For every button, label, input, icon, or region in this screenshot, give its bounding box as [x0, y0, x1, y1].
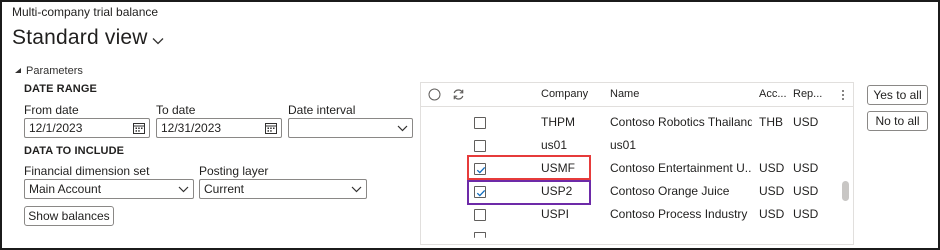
column-header-company[interactable]: Company [541, 88, 588, 100]
select-all-radio-icon[interactable] [428, 88, 441, 104]
from-date-label: From date [24, 103, 79, 117]
column-header-accounting-currency[interactable]: Acc... [759, 88, 787, 100]
reporting-currency-cell: USD [793, 184, 819, 198]
chevron-down-icon [346, 180, 366, 198]
reporting-currency-cell: USD [793, 161, 819, 175]
date-interval-label: Date interval [288, 103, 356, 117]
calendar-icon[interactable] [261, 119, 281, 137]
company-cell: us01 [541, 138, 568, 152]
company-cell: THPM [541, 115, 575, 129]
row-checkbox[interactable] [474, 140, 486, 152]
name-cell: Contoso Process Industry [610, 207, 748, 221]
highlight-box-usp2 [467, 180, 591, 205]
table-row-partial[interactable] [421, 226, 853, 244]
parameters-label: Parameters [26, 64, 83, 77]
yes-to-all-button[interactable]: Yes to all [867, 85, 928, 105]
parameters-toggle[interactable]: Parameters [14, 64, 83, 77]
table-row[interactable]: us01 us01 [421, 134, 853, 157]
page-title: Multi-company trial balance [12, 5, 159, 19]
financial-dimension-set-dropdown[interactable]: Main Account [24, 179, 194, 199]
company-cell: USPI [541, 207, 570, 221]
accounting-currency-cell: USD [759, 207, 785, 221]
date-interval-dropdown[interactable] [288, 118, 413, 138]
chevron-down-icon [152, 34, 164, 48]
name-cell: us01 [610, 138, 637, 152]
refresh-icon[interactable] [452, 88, 465, 104]
no-to-all-button[interactable]: No to all [867, 111, 928, 131]
name-cell: Contoso Robotics Thailand [610, 115, 752, 129]
name-cell: Contoso Entertainment U... [610, 161, 752, 175]
grid-header: Company Name Acc... Rep... [421, 83, 853, 107]
reporting-currency-cell: USD [793, 115, 819, 129]
posting-layer-value: Current [204, 182, 245, 196]
chevron-down-icon [173, 180, 193, 198]
table-row[interactable]: THPM Contoso Robotics Thailand THB USD [421, 111, 853, 134]
row-checkbox[interactable] [474, 232, 486, 238]
collapse-triangle-icon [14, 65, 22, 77]
posting-layer-label: Posting layer [199, 164, 269, 178]
financial-dimension-set-value: Main Account [29, 182, 102, 196]
chevron-down-icon [392, 119, 412, 137]
accounting-currency-cell: USD [759, 161, 785, 175]
table-row[interactable]: USPI Contoso Process Industry USD USD [421, 203, 853, 226]
accounting-currency-cell: USD [759, 184, 785, 198]
reporting-currency-cell: USD [793, 207, 819, 221]
calendar-icon[interactable] [129, 119, 149, 137]
highlight-box-usmf [467, 155, 591, 180]
company-grid: Company Name Acc... Rep... THPM Contoso … [420, 82, 854, 245]
more-options-icon[interactable] [841, 89, 845, 104]
financial-dimension-set-label: Financial dimension set [24, 164, 150, 178]
posting-layer-dropdown[interactable]: Current [199, 179, 367, 199]
to-date-label: To date [156, 103, 196, 117]
view-name: Standard view [12, 26, 148, 49]
from-date-value: 12/1/2023 [29, 121, 83, 135]
to-date-field[interactable]: 12/31/2023 [156, 118, 282, 138]
from-date-field[interactable]: 12/1/2023 [24, 118, 150, 138]
accounting-currency-cell: THB [759, 115, 783, 129]
data-to-include-heading: DATA TO INCLUDE [24, 145, 125, 157]
scrollbar-thumb[interactable] [842, 181, 849, 201]
name-cell: Contoso Orange Juice [610, 184, 730, 198]
date-range-heading: DATE RANGE [24, 83, 97, 95]
to-date-value: 12/31/2023 [161, 121, 222, 135]
show-balances-button[interactable]: Show balances [24, 206, 114, 226]
column-header-reporting-currency[interactable]: Rep... [793, 88, 822, 100]
vertical-scrollbar[interactable] [840, 107, 850, 244]
row-checkbox[interactable] [474, 117, 486, 129]
view-selector[interactable]: Standard view [12, 26, 164, 50]
row-checkbox[interactable] [474, 209, 486, 221]
column-header-name[interactable]: Name [610, 88, 639, 100]
